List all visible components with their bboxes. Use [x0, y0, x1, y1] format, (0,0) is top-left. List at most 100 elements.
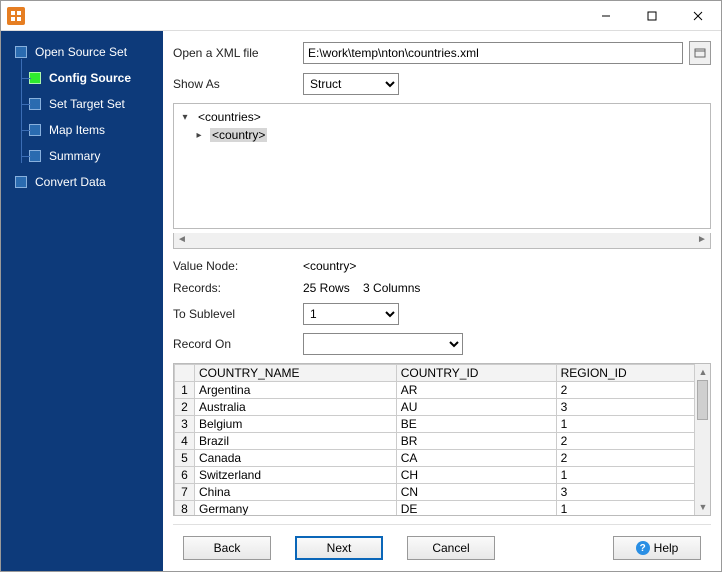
- browse-button[interactable]: [689, 41, 711, 65]
- table-cell[interactable]: 3: [556, 399, 694, 416]
- sidebar-substep-set-target-set[interactable]: Set Target Set: [1, 91, 163, 117]
- table-cell[interactable]: Germany: [195, 501, 397, 517]
- table-cell[interactable]: CA: [396, 450, 556, 467]
- app-icon: [7, 7, 25, 25]
- table-row[interactable]: 6SwitzerlandCH1: [175, 467, 711, 484]
- table-cell[interactable]: CH: [396, 467, 556, 484]
- table-cell[interactable]: AR: [396, 382, 556, 399]
- table-cell[interactable]: Switzerland: [195, 467, 397, 484]
- preview-table-wrap: COUNTRY_NAMECOUNTRY_IDREGION_ID 1Argenti…: [173, 363, 711, 516]
- table-cell[interactable]: BE: [396, 416, 556, 433]
- wizard-footer: Back Next Cancel ? Help: [173, 524, 711, 571]
- table-row[interactable]: 8GermanyDE1: [175, 501, 711, 517]
- table-row[interactable]: 1ArgentinaAR2: [175, 382, 711, 399]
- table-cell[interactable]: Brazil: [195, 433, 397, 450]
- table-cell[interactable]: Argentina: [195, 382, 397, 399]
- table-cell[interactable]: AU: [396, 399, 556, 416]
- sidebar-substep-label: Summary: [49, 149, 100, 163]
- sidebar-substep-config-source[interactable]: Config Source: [1, 65, 163, 91]
- table-row[interactable]: 4BrazilBR2: [175, 433, 711, 450]
- wizard-sidebar: Open Source Set Config Source Set Target…: [1, 31, 163, 571]
- open-file-label: Open a XML file: [173, 46, 303, 60]
- titlebar: [1, 1, 721, 31]
- step-marker-icon: [15, 176, 27, 188]
- scroll-left-icon[interactable]: ◄: [174, 233, 190, 247]
- to-sublevel-select[interactable]: 1: [303, 303, 399, 325]
- table-cell[interactable]: 2: [556, 450, 694, 467]
- row-number: 6: [175, 467, 195, 484]
- table-cell[interactable]: CN: [396, 484, 556, 501]
- tree-node-countries[interactable]: ▾ <countries>: [180, 108, 704, 126]
- records-label: Records:: [173, 281, 303, 295]
- xml-tree[interactable]: ▾ <countries> ▸ <country>: [173, 103, 711, 229]
- row-number: 7: [175, 484, 195, 501]
- column-header[interactable]: REGION_ID: [556, 365, 694, 382]
- row-number: 1: [175, 382, 195, 399]
- open-file-input[interactable]: [303, 42, 683, 64]
- table-vscrollbar[interactable]: ▲ ▼: [694, 364, 710, 515]
- table-cell[interactable]: BR: [396, 433, 556, 450]
- row-number: 5: [175, 450, 195, 467]
- row-number: 4: [175, 433, 195, 450]
- tree-node-label: <country>: [210, 128, 267, 142]
- tree-hscrollbar[interactable]: ◄ ►: [173, 233, 711, 249]
- tree-node-label: <countries>: [196, 110, 263, 124]
- cancel-button[interactable]: Cancel: [407, 536, 495, 560]
- expand-icon[interactable]: ▸: [194, 130, 204, 141]
- value-node-label: Value Node:: [173, 259, 303, 273]
- table-corner: [175, 365, 195, 382]
- record-on-label: Record On: [173, 337, 303, 351]
- help-label: Help: [654, 541, 679, 555]
- table-cell[interactable]: Canada: [195, 450, 397, 467]
- table-row[interactable]: 5CanadaCA2: [175, 450, 711, 467]
- table-row[interactable]: 7ChinaCN3: [175, 484, 711, 501]
- help-button[interactable]: ? Help: [613, 536, 701, 560]
- row-number: 3: [175, 416, 195, 433]
- to-sublevel-label: To Sublevel: [173, 307, 303, 321]
- row-number: 8: [175, 501, 195, 517]
- show-as-select[interactable]: Struct: [303, 73, 399, 95]
- sidebar-substep-summary[interactable]: Summary: [1, 143, 163, 169]
- step-marker-icon: [15, 46, 27, 58]
- sidebar-substep-label: Map Items: [49, 123, 105, 137]
- table-cell[interactable]: 1: [556, 467, 694, 484]
- table-cell[interactable]: Belgium: [195, 416, 397, 433]
- table-cell[interactable]: 1: [556, 416, 694, 433]
- table-cell[interactable]: 2: [556, 382, 694, 399]
- main-panel: Open a XML file Show As Struct: [163, 31, 721, 571]
- sidebar-substep-label: Set Target Set: [49, 97, 125, 111]
- back-button[interactable]: Back: [183, 536, 271, 560]
- sidebar-substep-map-items[interactable]: Map Items: [1, 117, 163, 143]
- value-node-value: <country>: [303, 259, 356, 273]
- table-cell[interactable]: DE: [396, 501, 556, 517]
- column-header[interactable]: COUNTRY_NAME: [195, 365, 397, 382]
- scroll-up-icon[interactable]: ▲: [695, 364, 711, 380]
- scroll-thumb[interactable]: [697, 380, 708, 420]
- scroll-down-icon[interactable]: ▼: [695, 499, 711, 515]
- sidebar-step-open-source-set[interactable]: Open Source Set: [1, 39, 163, 65]
- table-cell[interactable]: 3: [556, 484, 694, 501]
- minimize-button[interactable]: [583, 1, 629, 31]
- table-cell[interactable]: 1: [556, 501, 694, 517]
- row-number: 2: [175, 399, 195, 416]
- collapse-icon[interactable]: ▾: [180, 112, 190, 123]
- show-as-label: Show As: [173, 77, 303, 91]
- sidebar-step-convert-data[interactable]: Convert Data: [1, 169, 163, 195]
- preview-table[interactable]: COUNTRY_NAMECOUNTRY_IDREGION_ID 1Argenti…: [174, 364, 710, 516]
- record-on-select[interactable]: [303, 333, 463, 355]
- next-button[interactable]: Next: [295, 536, 383, 560]
- close-button[interactable]: [675, 1, 721, 31]
- table-row[interactable]: 2AustraliaAU3: [175, 399, 711, 416]
- tree-node-country[interactable]: ▸ <country>: [180, 126, 704, 144]
- table-row[interactable]: 3BelgiumBE1: [175, 416, 711, 433]
- table-cell[interactable]: Australia: [195, 399, 397, 416]
- records-value: 25 Rows 3 Columns: [303, 281, 420, 295]
- column-header[interactable]: COUNTRY_ID: [396, 365, 556, 382]
- table-cell[interactable]: China: [195, 484, 397, 501]
- maximize-button[interactable]: [629, 1, 675, 31]
- table-cell[interactable]: 2: [556, 433, 694, 450]
- wizard-window: Open Source Set Config Source Set Target…: [0, 0, 722, 572]
- scroll-right-icon[interactable]: ►: [694, 233, 710, 247]
- folder-icon: [693, 46, 707, 60]
- help-icon: ?: [636, 541, 650, 555]
